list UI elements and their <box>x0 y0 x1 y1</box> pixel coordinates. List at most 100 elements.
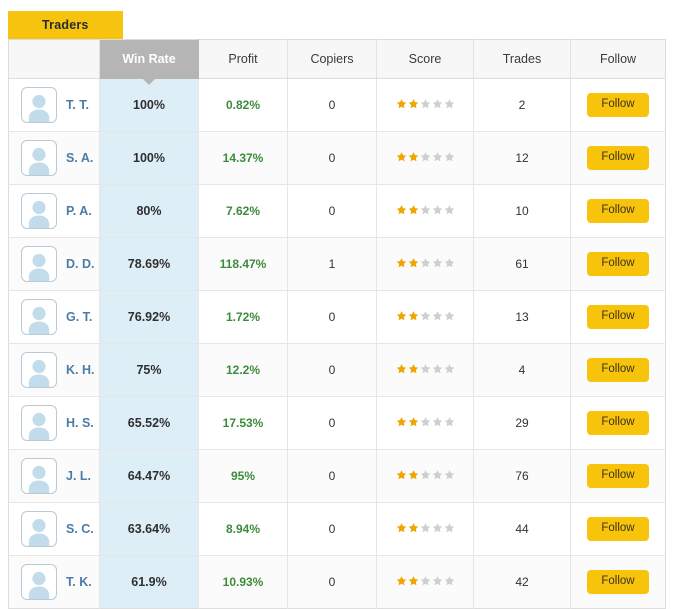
copiers-value: 0 <box>328 310 336 324</box>
follow-button[interactable]: Follow <box>587 92 649 118</box>
follow-cell: Follow <box>570 78 666 132</box>
star-empty-icon <box>420 522 431 533</box>
follow-button[interactable]: Follow <box>587 357 649 383</box>
follow-cell: Follow <box>570 237 666 291</box>
column-header-follow[interactable]: Follow <box>570 39 666 79</box>
copiers-cell: 0 <box>287 555 377 609</box>
profit-value: 12.2% <box>225 363 261 377</box>
star-filled-icon <box>408 522 419 533</box>
win-rate-cell: 80% <box>99 184 199 238</box>
star-empty-icon <box>444 416 455 427</box>
user-avatar-icon <box>21 140 57 176</box>
trades-cell: 76 <box>473 449 571 503</box>
trades-cell: 61 <box>473 237 571 291</box>
star-empty-icon <box>432 416 443 427</box>
follow-button[interactable]: Follow <box>587 198 649 224</box>
profit-cell: 10.93% <box>198 555 288 609</box>
win-rate-cell: 61.9% <box>99 555 199 609</box>
profit-value: 8.94% <box>225 522 261 536</box>
score-cell <box>376 184 474 238</box>
star-empty-icon <box>444 310 455 321</box>
table-row: H. S. 65.52% 17.53% 0 29 Follow <box>8 396 666 450</box>
trader-cell: S. C. <box>8 502 100 556</box>
star-rating <box>396 469 455 480</box>
star-empty-icon <box>432 151 443 162</box>
star-filled-icon <box>408 469 419 480</box>
trades-value: 4 <box>518 363 526 377</box>
column-header-profit[interactable]: Profit <box>198 39 288 79</box>
follow-cell: Follow <box>570 449 666 503</box>
star-empty-icon <box>444 257 455 268</box>
column-header-score[interactable]: Score <box>376 39 474 79</box>
profit-cell: 95% <box>198 449 288 503</box>
follow-button[interactable]: Follow <box>587 463 649 489</box>
score-cell <box>376 449 474 503</box>
column-header-trader[interactable] <box>8 39 100 79</box>
trader-name[interactable]: T. T. <box>66 98 89 112</box>
copiers-value: 0 <box>328 363 336 377</box>
follow-button[interactable]: Follow <box>587 145 649 171</box>
trader-name[interactable]: T. K. <box>66 575 92 589</box>
follow-cell: Follow <box>570 290 666 344</box>
trader-name[interactable]: S. A. <box>66 151 93 165</box>
tab-strip: Traders <box>8 11 123 39</box>
trader-name[interactable]: H. S. <box>66 416 94 430</box>
trader-name[interactable]: D. D. <box>66 257 94 271</box>
star-filled-icon <box>396 522 407 533</box>
score-cell <box>376 290 474 344</box>
column-header-copiers[interactable]: Copiers <box>287 39 377 79</box>
star-filled-icon <box>408 257 419 268</box>
trades-value: 44 <box>515 522 529 536</box>
star-filled-icon <box>408 204 419 215</box>
follow-button[interactable]: Follow <box>587 251 649 277</box>
trader-cell: S. A. <box>8 131 100 185</box>
profit-value: 14.37% <box>222 151 264 165</box>
copiers-cell: 0 <box>287 184 377 238</box>
score-cell <box>376 502 474 556</box>
star-filled-icon <box>396 151 407 162</box>
star-rating <box>396 204 455 215</box>
follow-button[interactable]: Follow <box>587 516 649 542</box>
column-header-trades[interactable]: Trades <box>473 39 571 79</box>
table-row: S. A. 100% 14.37% 0 12 Follow <box>8 131 666 185</box>
trader-cell: K. H. <box>8 343 100 397</box>
trader-name[interactable]: K. H. <box>66 363 94 377</box>
trader-name[interactable]: G. T. <box>66 310 92 324</box>
star-empty-icon <box>444 151 455 162</box>
column-header-win-rate[interactable]: Win Rate <box>99 39 199 85</box>
trader-name[interactable]: J. L. <box>66 469 91 483</box>
trades-cell: 2 <box>473 78 571 132</box>
column-header-trades-label: Trades <box>502 52 542 66</box>
column-header-win-rate-label: Win Rate <box>122 52 176 66</box>
follow-cell: Follow <box>570 343 666 397</box>
profit-cell: 12.2% <box>198 343 288 397</box>
profit-cell: 8.94% <box>198 502 288 556</box>
user-avatar-icon <box>21 564 57 600</box>
trades-cell: 4 <box>473 343 571 397</box>
star-empty-icon <box>420 98 431 109</box>
star-rating <box>396 575 455 586</box>
user-avatar-icon <box>21 458 57 494</box>
column-header-copiers-label: Copiers <box>310 52 354 66</box>
star-empty-icon <box>420 257 431 268</box>
star-empty-icon <box>432 469 443 480</box>
star-empty-icon <box>420 416 431 427</box>
copiers-value: 0 <box>328 151 336 165</box>
copiers-cell: 0 <box>287 343 377 397</box>
star-filled-icon <box>408 151 419 162</box>
follow-button[interactable]: Follow <box>587 569 649 595</box>
user-avatar-icon <box>21 299 57 335</box>
follow-button[interactable]: Follow <box>587 410 649 436</box>
follow-button[interactable]: Follow <box>587 304 649 330</box>
profit-value: 7.62% <box>225 204 261 218</box>
tab-traders[interactable]: Traders <box>8 11 123 39</box>
win-rate-cell: 100% <box>99 131 199 185</box>
trader-name[interactable]: S. C. <box>66 522 94 536</box>
tab-traders-label: Traders <box>42 18 89 32</box>
star-empty-icon <box>444 98 455 109</box>
trades-value: 76 <box>515 469 529 483</box>
profit-value: 1.72% <box>225 310 261 324</box>
copiers-value: 0 <box>328 416 336 430</box>
trader-name[interactable]: P. A. <box>66 204 92 218</box>
user-avatar-icon <box>21 246 57 282</box>
